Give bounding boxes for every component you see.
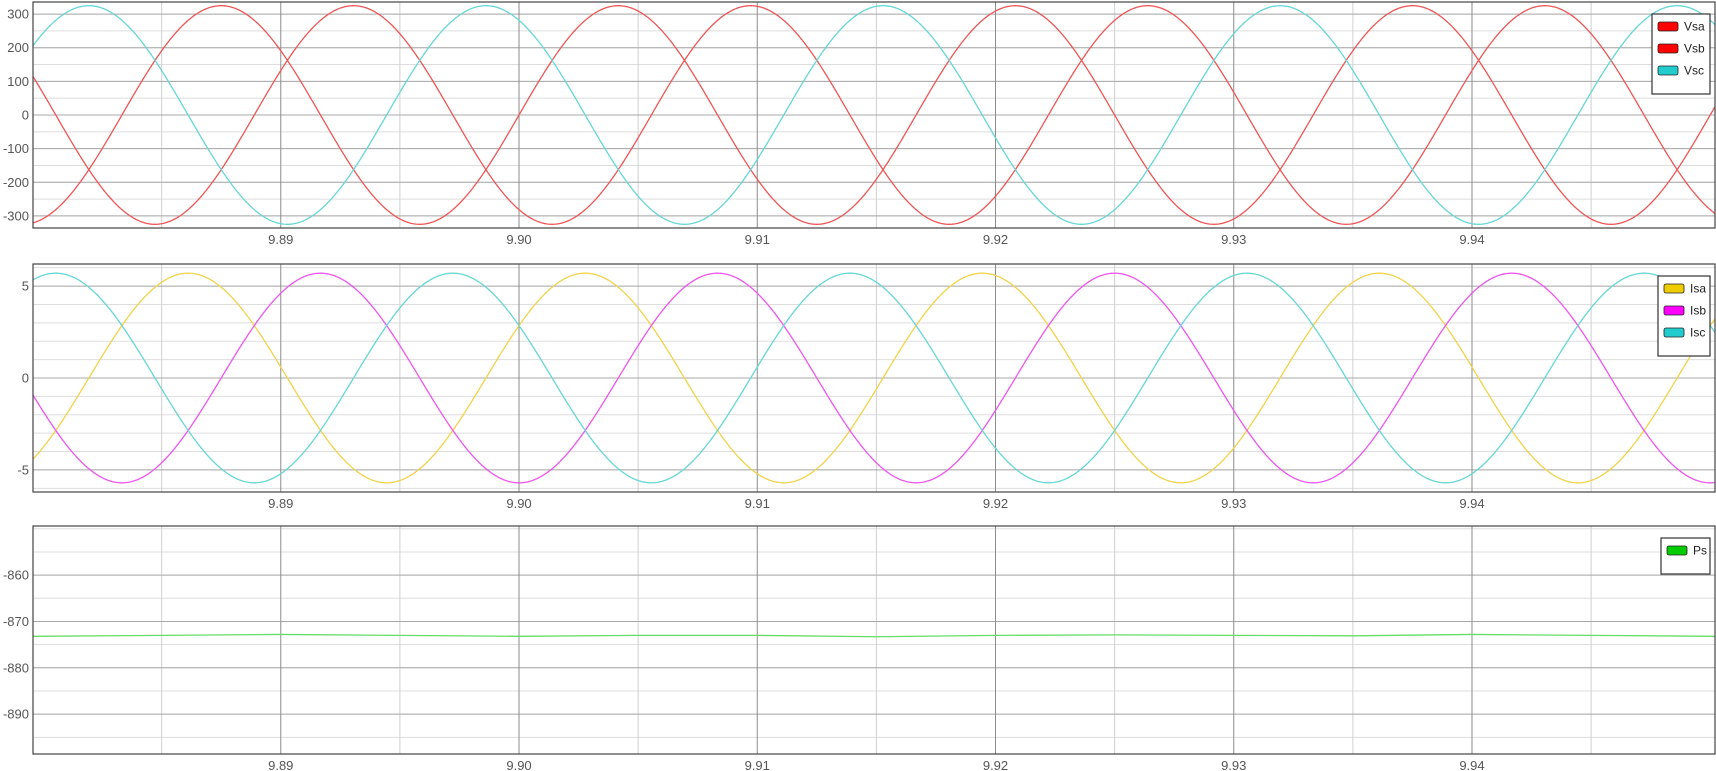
current-panel: 5 0 -5 9.89 9.90 9.91 9.92 9.93 9.94 Isa Isb Isc: [17, 263, 1716, 511]
power-legend: Ps: [1660, 537, 1711, 575]
legend-swatch-isa: [1663, 283, 1685, 294]
legend-label-ps: Ps: [1693, 544, 1707, 558]
legend-label-vsc: Vsc: [1684, 64, 1704, 78]
current-x-tick-label: 9.90: [506, 496, 531, 511]
power-panel: -860 -870 -880 -890 9.89 9.90 9.91 9.92 9.93 9.94…: [3, 525, 1716, 771]
voltage-x-tick-label: 9.90: [506, 232, 531, 247]
current-x-tick-label: 9.89: [268, 496, 293, 511]
voltage-y-tick-label: -100: [3, 141, 29, 156]
voltage-legend: Vsa Vsb Vsc: [1651, 13, 1711, 95]
power-y-tick-label: -880: [3, 660, 29, 675]
current-y-tick-label: 0: [22, 371, 29, 386]
legend-swatch-ps: [1666, 545, 1688, 556]
voltage-x-tick-label: 9.89: [268, 232, 293, 247]
legend-label-isc: Isc: [1690, 326, 1705, 340]
legend-label-vsb: Vsb: [1684, 42, 1705, 56]
power-y-tick-label: -870: [3, 614, 29, 629]
voltage-x-tick-label: 9.93: [1221, 232, 1246, 247]
current-y-tick-label: 5: [22, 279, 29, 294]
legend-label-isa: Isa: [1690, 282, 1706, 296]
legend-label-vsa: Vsa: [1684, 20, 1705, 34]
voltage-y-tick-label: 200: [7, 40, 29, 55]
current-y-tick-label: -5: [17, 462, 29, 477]
power-x-tick-label: 9.93: [1221, 758, 1246, 771]
power-y-tick-label: -890: [3, 707, 29, 722]
scope-figure: 300 200 100 0 -100 -200 -300 9.89 9.90 9.91 9.92 9.…: [3, 1, 1716, 771]
voltage-x-tick-label: 9.94: [1459, 232, 1484, 247]
voltage-y-tick-label: -200: [3, 175, 29, 190]
power-plot-area: [33, 526, 1715, 754]
legend-swatch-isb: [1663, 305, 1685, 316]
legend-swatch-isc: [1663, 327, 1685, 338]
power-y-tick-label: -860: [3, 568, 29, 583]
voltage-x-tick-label: 9.91: [745, 232, 770, 247]
power-x-tick-label: 9.89: [268, 758, 293, 771]
current-x-tick-label: 9.92: [983, 496, 1008, 511]
power-x-tick-label: 9.94: [1459, 758, 1484, 771]
voltage-y-tick-label: 100: [7, 74, 29, 89]
voltage-y-tick-label: -300: [3, 208, 29, 223]
current-x-tick-label: 9.93: [1221, 496, 1246, 511]
legend-swatch-vsa: [1657, 21, 1679, 32]
power-x-tick-label: 9.90: [506, 758, 531, 771]
voltage-x-tick-label: 9.92: [983, 232, 1008, 247]
voltage-panel: 300 200 100 0 -100 -200 -300 9.89 9.90 9.91 9.92 9.…: [3, 1, 1716, 247]
legend-swatch-vsb: [1657, 43, 1679, 54]
power-x-tick-label: 9.91: [745, 758, 770, 771]
current-x-tick-label: 9.94: [1459, 496, 1484, 511]
power-x-tick-label: 9.92: [983, 758, 1008, 771]
legend-label-isb: Isb: [1690, 304, 1706, 318]
current-x-tick-label: 9.91: [745, 496, 770, 511]
legend-swatch-vsc: [1657, 65, 1679, 76]
voltage-y-tick-label: 300: [7, 7, 29, 22]
voltage-y-tick-label: 0: [22, 108, 29, 123]
current-legend: Isa Isb Isc: [1657, 275, 1711, 357]
